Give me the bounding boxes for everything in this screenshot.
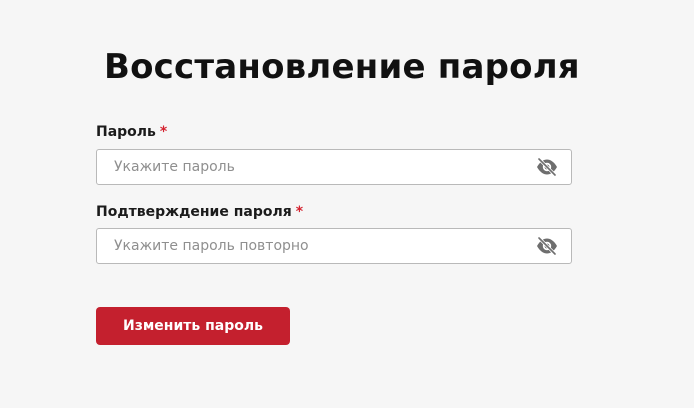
required-asterisk: * bbox=[159, 124, 168, 140]
password-input[interactable] bbox=[97, 150, 517, 184]
required-asterisk: * bbox=[295, 204, 304, 220]
confirm-password-input[interactable] bbox=[97, 229, 517, 263]
password-field bbox=[96, 149, 572, 185]
password-label-text: Пароль bbox=[96, 124, 156, 140]
page-title: Восстановление пароля bbox=[104, 47, 580, 87]
confirm-password-label: Подтверждение пароля * bbox=[96, 204, 303, 220]
eye-slash-icon[interactable] bbox=[535, 237, 559, 255]
confirm-password-field bbox=[96, 228, 572, 264]
password-label: Пароль * bbox=[96, 124, 167, 140]
confirm-password-label-text: Подтверждение пароля bbox=[96, 204, 292, 220]
password-reset-page: Восстановление пароля Пароль * Подтвержде… bbox=[0, 0, 694, 408]
change-password-button[interactable]: Изменить пароль bbox=[96, 307, 290, 345]
eye-slash-icon[interactable] bbox=[535, 158, 559, 176]
